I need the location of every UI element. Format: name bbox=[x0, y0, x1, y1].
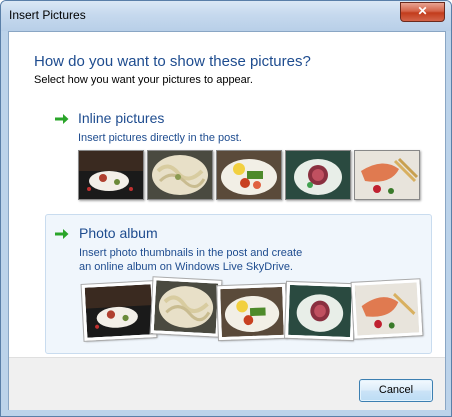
album-thumbnail bbox=[80, 280, 158, 342]
thumbnail bbox=[354, 150, 420, 200]
option-inline-pictures[interactable]: Inline pictures Insert pictures directly… bbox=[45, 100, 431, 230]
green-arrow-icon bbox=[55, 229, 69, 239]
option-description-line: Insert photo thumbnails in the post and … bbox=[79, 247, 303, 259]
green-arrow-icon bbox=[55, 114, 69, 124]
close-button[interactable]: ✕ bbox=[400, 2, 445, 22]
cancel-button[interactable]: Cancel bbox=[359, 379, 433, 402]
thumbnail bbox=[285, 150, 351, 200]
title-bar[interactable]: Insert Pictures ✕ bbox=[1, 1, 451, 31]
thumbnail bbox=[78, 150, 144, 200]
dialog-subheading: Select how you want your pictures to app… bbox=[34, 74, 253, 86]
option-description: Insert pictures directly in the post. bbox=[78, 132, 242, 144]
window-title: Insert Pictures bbox=[9, 8, 86, 22]
option-photo-album[interactable]: Photo album Insert photo thumbnails in t… bbox=[45, 214, 432, 354]
album-thumbnail bbox=[216, 282, 288, 342]
option-title: Photo album bbox=[79, 225, 158, 241]
option-title: Inline pictures bbox=[78, 110, 165, 126]
option-description-line: an online album on Windows Live SkyDrive… bbox=[79, 261, 293, 273]
close-icon: ✕ bbox=[417, 4, 428, 18]
album-thumbnail bbox=[149, 276, 223, 338]
option-description: Insert photo thumbnails in the post and … bbox=[79, 246, 302, 274]
album-thumbnail bbox=[350, 278, 424, 340]
dialog-heading: How do you want to show these pictures? bbox=[34, 53, 311, 70]
thumbnail bbox=[216, 150, 282, 200]
dialog-footer: Cancel bbox=[9, 357, 445, 410]
album-thumbnail bbox=[284, 280, 356, 342]
dialog-content: How do you want to show these pictures? … bbox=[8, 31, 446, 410]
dialog-window: Insert Pictures ✕ How do you want to sho… bbox=[0, 0, 452, 417]
thumbnail bbox=[147, 150, 213, 200]
